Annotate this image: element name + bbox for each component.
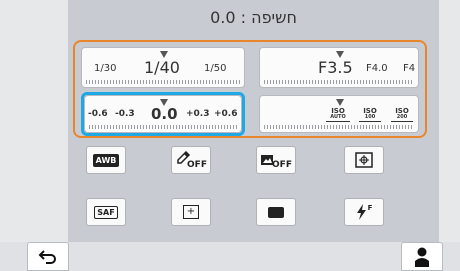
back-arrow-icon: [38, 249, 56, 264]
iso-scale: [264, 125, 414, 129]
iso-option-auto: ISO AUTO: [326, 108, 350, 122]
aspect-ratio-icon: [268, 206, 284, 218]
flash-mode-label: F: [367, 204, 373, 212]
aspect-ratio-button[interactable]: [256, 198, 296, 226]
flash-icon: [356, 204, 366, 220]
af-area-button[interactable]: +: [171, 198, 211, 226]
shutter-value-current: 1/40: [144, 58, 180, 77]
right-gutter: [439, 0, 460, 242]
user-mode-button[interactable]: [401, 242, 443, 271]
iso-marker-icon: [336, 99, 344, 106]
shutter-value-prev: 1/30: [94, 63, 117, 74]
white-balance-auto-icon: AWB: [92, 153, 120, 167]
back-button[interactable]: [27, 242, 69, 271]
iso-option-100: ISO 100: [359, 108, 381, 122]
picture-wizard-off-label: OFF: [187, 159, 207, 170]
aperture-value-next: F4.0: [366, 63, 388, 74]
aperture-scale: [264, 80, 414, 84]
aperture-value-current: F3.5: [318, 58, 353, 77]
white-balance-button[interactable]: AWB: [86, 146, 126, 174]
shutter-marker-icon: [160, 51, 168, 58]
flash-button[interactable]: F: [344, 198, 384, 226]
metering-icon: [355, 152, 373, 168]
page-title: חשיפה : 0.0: [210, 7, 297, 27]
af-mode-button[interactable]: SAF: [86, 198, 126, 226]
picture-wizard-button[interactable]: OFF: [171, 146, 211, 174]
shutter-speed-dial[interactable]: 1/30 1/40 1/50: [81, 47, 245, 88]
camera-settings-screen: חשיפה : 0.0 1/30 1/40 1/50 F3.5 F4.0 F4 …: [0, 0, 460, 271]
iso-option-200: ISO 200: [391, 108, 413, 122]
smart-filter-button[interactable]: OFF: [256, 146, 296, 174]
iso-dial[interactable]: ISO AUTO ISO 100 ISO 200: [259, 95, 419, 133]
smart-filter-off-label: OFF: [272, 159, 292, 170]
iso-auto-value: AUTO: [330, 114, 346, 120]
aperture-value-next2: F4: [403, 63, 416, 74]
left-gutter: [0, 0, 68, 242]
exposure-selection-highlight: [81, 92, 245, 136]
metering-button[interactable]: [344, 146, 384, 174]
shutter-value-next: 1/50: [204, 63, 227, 74]
autofocus-saf-icon: SAF: [94, 205, 118, 219]
aperture-marker-icon: [336, 51, 344, 58]
af-area-icon: +: [183, 205, 199, 219]
person-icon: [415, 247, 429, 267]
shutter-scale: [86, 80, 240, 84]
aperture-dial[interactable]: F3.5 F4.0 F4: [259, 47, 419, 88]
